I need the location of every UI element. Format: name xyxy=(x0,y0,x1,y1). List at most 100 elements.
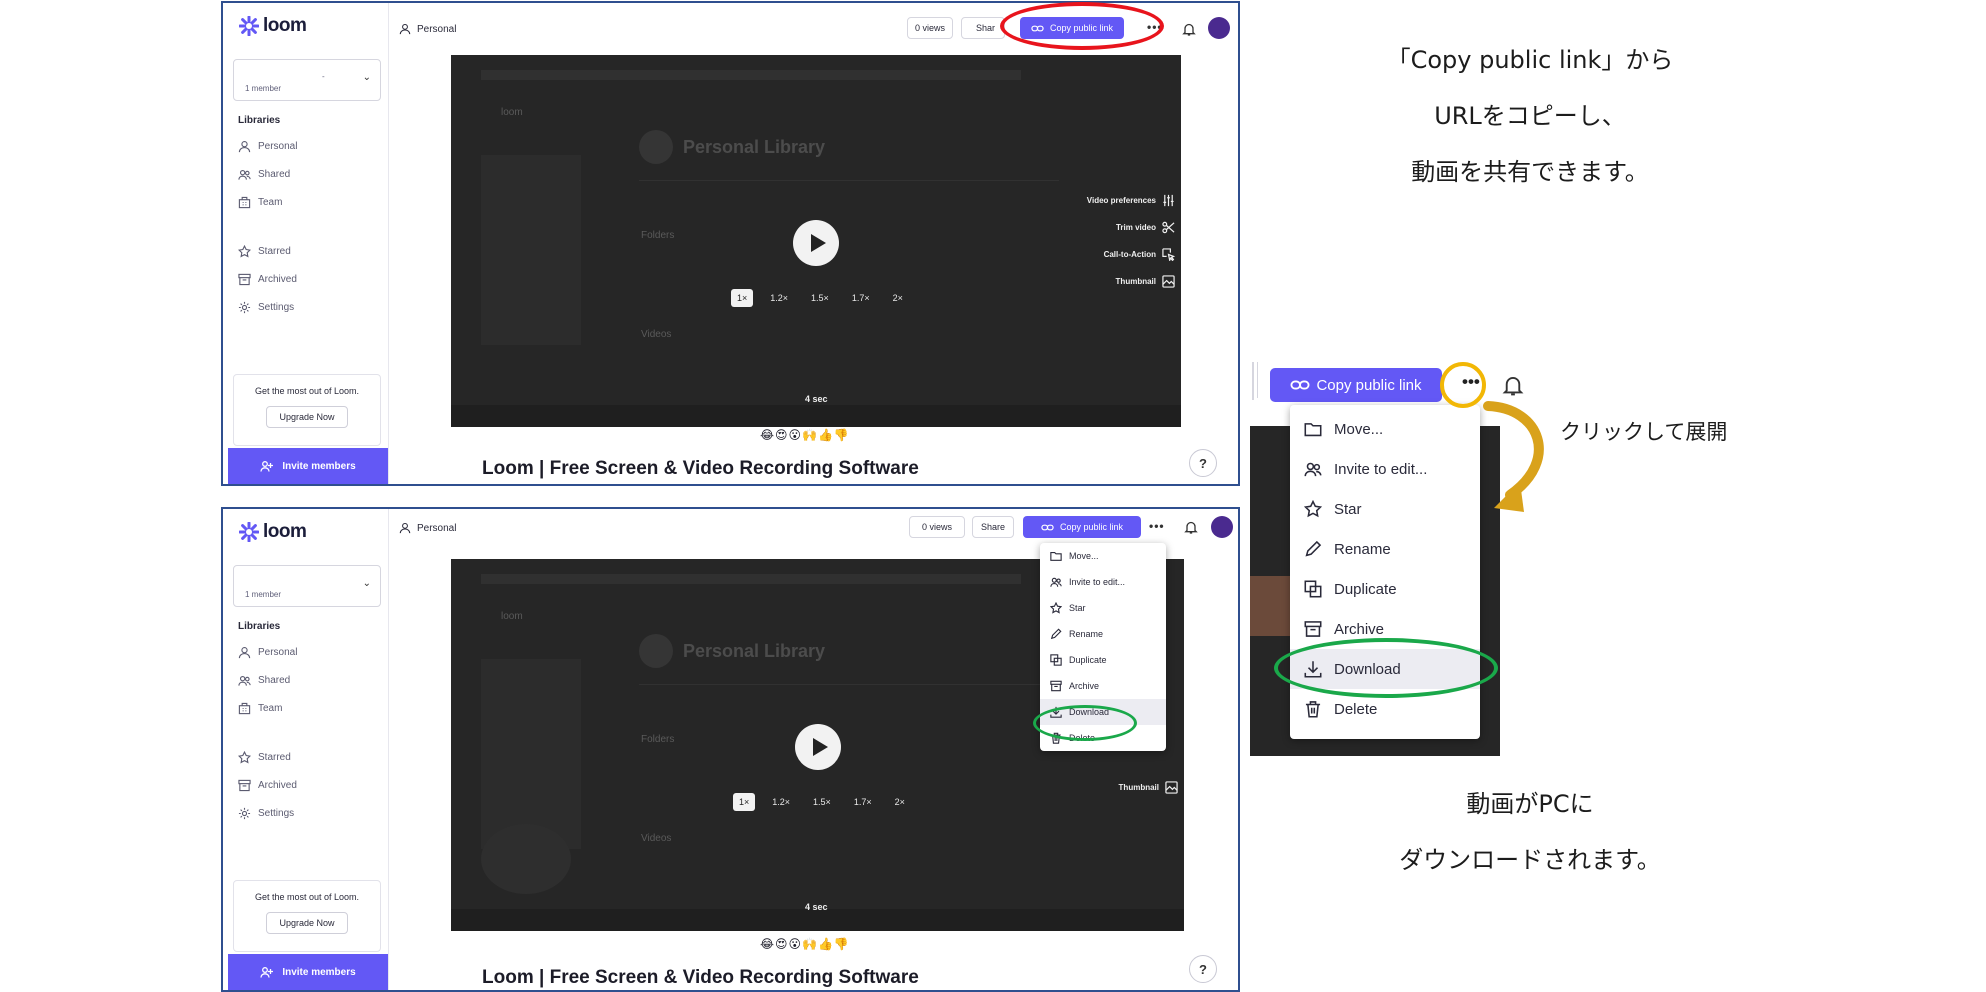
breadcrumb[interactable]: Personal xyxy=(399,23,456,35)
libraries-heading: Libraries xyxy=(238,621,281,632)
upgrade-button[interactable]: Upgrade Now xyxy=(266,406,348,428)
speed-1-5x[interactable]: 1.5× xyxy=(807,793,837,811)
bell-icon[interactable] xyxy=(1502,374,1524,396)
speed-1-5x[interactable]: 1.5× xyxy=(805,289,835,307)
speed-1-2x[interactable]: 1.2× xyxy=(766,793,796,811)
star-icon xyxy=(238,245,251,258)
bell-icon[interactable] xyxy=(1184,520,1198,534)
zoomed-copy-public-link-button[interactable]: Copy public link xyxy=(1270,368,1442,402)
person-icon xyxy=(399,522,411,534)
menu-item-invite[interactable]: Invite to edit... xyxy=(1040,569,1166,595)
share-button[interactable]: Share xyxy=(972,516,1014,538)
loom-logo-icon xyxy=(239,16,259,36)
sidebar-item-label: Personal xyxy=(258,141,298,152)
duplicate-icon xyxy=(1050,654,1062,666)
workspace-selector[interactable]: - 1 member ⌄ xyxy=(233,59,381,101)
ghost-taskbar xyxy=(451,405,1181,427)
invite-icon xyxy=(260,461,274,472)
speed-2x[interactable]: 2× xyxy=(887,289,909,307)
invite-members-button[interactable]: Invite members xyxy=(228,954,388,990)
sidebar-item-label: Personal xyxy=(258,647,298,658)
promo-text: Get the most out of Loom. xyxy=(254,892,360,902)
sliders-icon xyxy=(1163,194,1174,207)
sidebar-item-team[interactable]: Team xyxy=(238,196,282,209)
menu-item-star[interactable]: Star xyxy=(1040,595,1166,621)
people-icon xyxy=(238,169,251,180)
duration-label: 4 sec xyxy=(805,902,828,912)
workspace-selector[interactable]: 1 member ⌄ xyxy=(233,565,381,607)
sidebar-item-team[interactable]: Team xyxy=(238,702,282,715)
reactions-bar[interactable]: 😂😍😮🙌👍👎 xyxy=(760,937,850,951)
trim-video-button[interactable]: Trim video xyxy=(1035,214,1175,241)
views-button[interactable]: 0 views xyxy=(909,516,965,538)
sidebar-item-personal[interactable]: Personal xyxy=(238,140,297,153)
menu-item-invite[interactable]: Invite to edit... xyxy=(1290,449,1480,489)
sidebar-item-starred[interactable]: Starred xyxy=(238,751,291,764)
speed-1x[interactable]: 1× xyxy=(731,289,754,307)
invite-members-button[interactable]: Invite members xyxy=(228,448,388,484)
menu-item-duplicate[interactable]: Duplicate xyxy=(1290,569,1480,609)
invite-icon xyxy=(260,967,274,978)
chevron-down-icon: ⌄ xyxy=(362,578,371,589)
sidebar-item-label: Shared xyxy=(258,675,291,686)
menu-item-move[interactable]: Move... xyxy=(1040,543,1166,569)
menu-item-label: Move... xyxy=(1069,551,1099,561)
breadcrumb[interactable]: Personal xyxy=(399,522,456,534)
ghost-videos: Videos xyxy=(641,329,672,340)
building-icon xyxy=(238,196,251,209)
menu-item-duplicate[interactable]: Duplicate xyxy=(1040,647,1166,673)
play-button[interactable] xyxy=(793,220,839,266)
share-button[interactable]: Shar xyxy=(961,17,1005,39)
duplicate-icon xyxy=(1304,580,1322,598)
avatar[interactable] xyxy=(1208,17,1230,39)
link-icon xyxy=(1041,524,1054,530)
cursor-click-icon xyxy=(1162,248,1175,261)
copy-public-link-button[interactable]: Copy public link xyxy=(1023,516,1141,538)
sidebar-item-label: Archived xyxy=(258,274,297,285)
sidebar-item-settings[interactable]: Settings xyxy=(238,807,294,820)
link-icon xyxy=(1290,380,1310,390)
reactions-bar[interactable]: 😂😍😮🙌👍👎 xyxy=(760,428,850,442)
logo[interactable]: loom xyxy=(239,15,307,37)
option-label: Thumbnail xyxy=(1118,783,1159,792)
help-button[interactable]: ? xyxy=(1189,955,1217,983)
menu-item-label: Archive xyxy=(1069,681,1100,691)
menu-item-rename[interactable]: Rename xyxy=(1040,621,1166,647)
sidebar-item-label: Starred xyxy=(258,246,291,257)
thumbnail-button[interactable]: Thumbnail xyxy=(1035,268,1175,295)
menu-item-label: Move... xyxy=(1334,420,1384,438)
sidebar-item-archived[interactable]: Archived xyxy=(238,273,297,286)
avatar[interactable] xyxy=(1211,516,1233,538)
speed-1x[interactable]: 1× xyxy=(733,793,756,811)
logo[interactable]: loom xyxy=(239,521,307,543)
annotation-copy-link: 「Copy public link」から URLをコピーし、 動画を共有できます… xyxy=(1360,32,1700,200)
speed-1-7x[interactable]: 1.7× xyxy=(846,289,876,307)
help-button[interactable]: ? xyxy=(1189,449,1217,477)
sidebar-item-archived[interactable]: Archived xyxy=(238,779,297,792)
upgrade-button[interactable]: Upgrade Now xyxy=(266,912,348,934)
menu-item-move[interactable]: Move... xyxy=(1290,409,1480,449)
play-button[interactable] xyxy=(795,724,841,770)
video-title: Loom | Free Screen & Video Recording Sof… xyxy=(482,967,919,988)
sidebar-item-shared[interactable]: Shared xyxy=(238,674,290,687)
more-options-button[interactable]: ••• xyxy=(1149,519,1165,533)
menu-item-star[interactable]: Star xyxy=(1290,489,1480,529)
views-button[interactable]: 0 views xyxy=(907,17,953,39)
archive-icon xyxy=(1304,621,1322,637)
bell-icon[interactable] xyxy=(1182,22,1196,36)
menu-item-archive[interactable]: Archive xyxy=(1040,673,1166,699)
archive-icon xyxy=(238,779,251,792)
menu-item-rename[interactable]: Rename xyxy=(1290,529,1480,569)
call-to-action-button[interactable]: Call-to-Action xyxy=(1035,241,1175,268)
speed-1-7x[interactable]: 1.7× xyxy=(848,793,878,811)
video-preferences-button[interactable]: Video preferences xyxy=(1035,187,1175,214)
sidebar-item-personal[interactable]: Personal xyxy=(238,646,297,659)
sidebar-item-starred[interactable]: Starred xyxy=(238,245,291,258)
speed-2x[interactable]: 2× xyxy=(889,793,911,811)
video-player[interactable]: loom Personal Library Folders Videos 1× … xyxy=(451,55,1181,427)
sidebar-item-settings[interactable]: Settings xyxy=(238,301,294,314)
speed-1-2x[interactable]: 1.2× xyxy=(764,289,794,307)
duration-label: 4 sec xyxy=(805,394,828,404)
sidebar-item-shared[interactable]: Shared xyxy=(238,168,290,181)
thumbnail-button[interactable]: Thumbnail xyxy=(1038,774,1178,801)
